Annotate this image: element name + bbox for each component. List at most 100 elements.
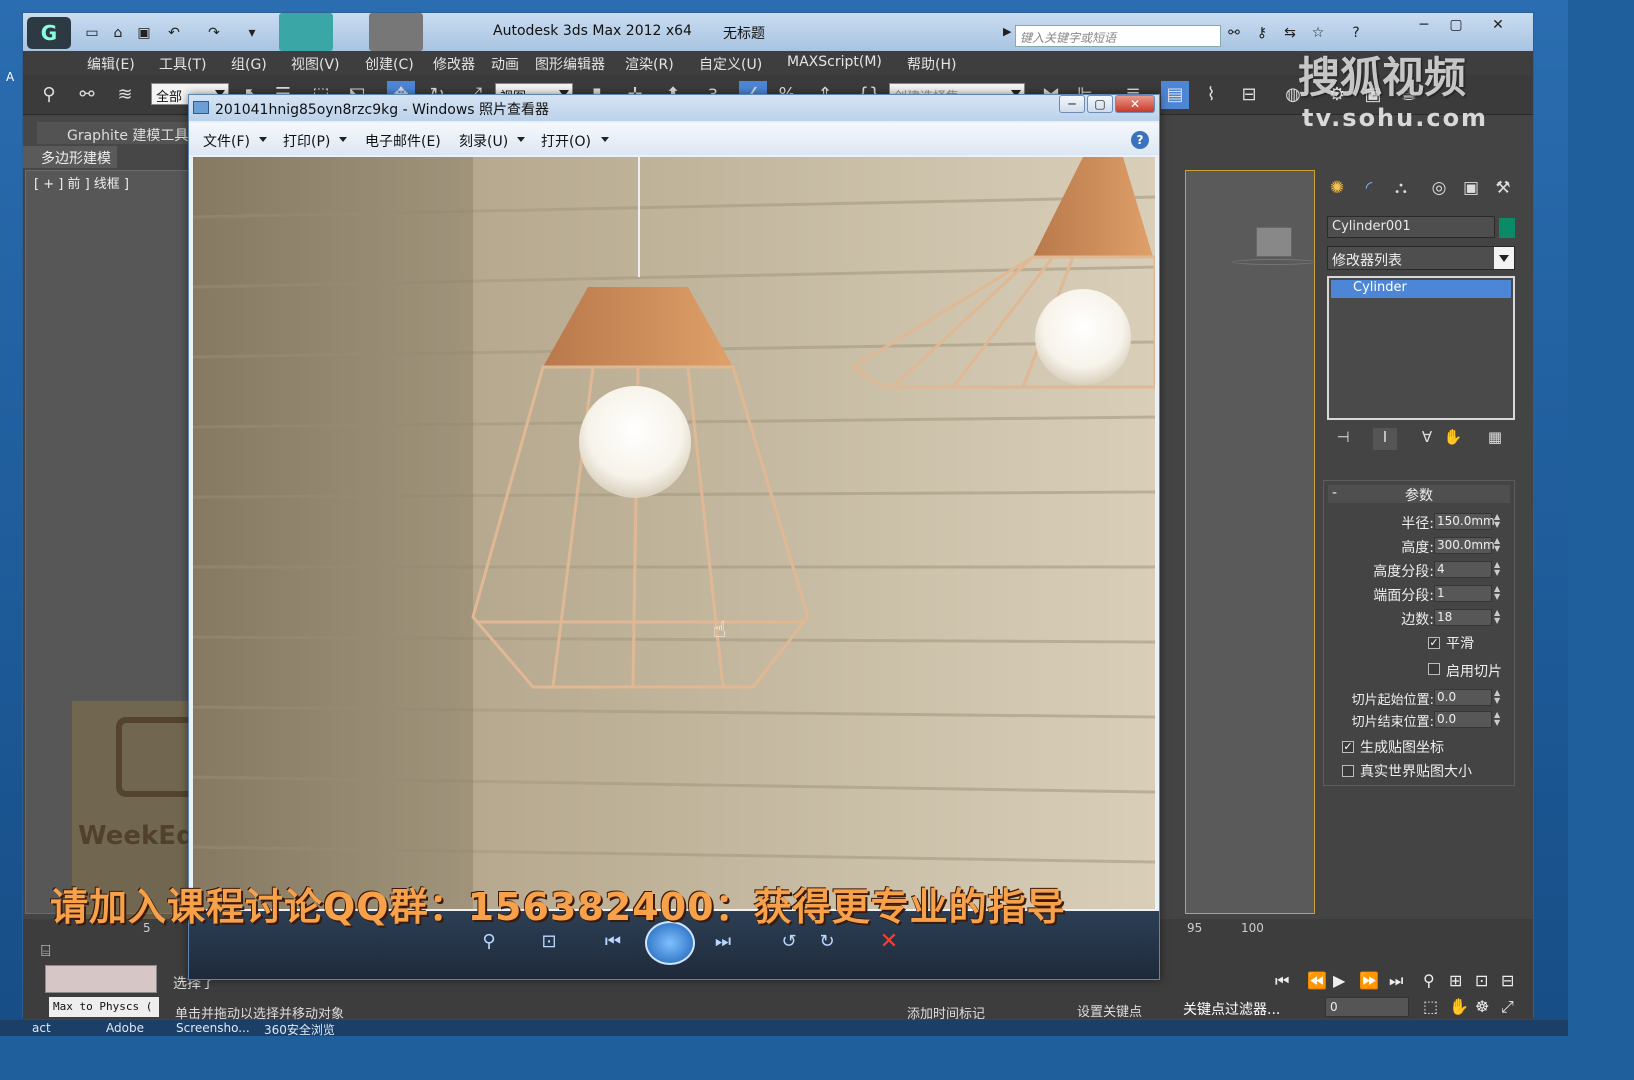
current-frame-input[interactable]: 0 [1325,997,1409,1017]
help-icon[interactable]: ? [1347,25,1365,41]
param-value[interactable]: 0.0 [1434,711,1492,728]
menu-file[interactable]: 文件(F) [203,131,250,151]
previous-icon[interactable]: ⏮ [593,927,633,957]
display-tab-icon[interactable]: ▣ [1457,174,1485,202]
zoom-extents-all-icon[interactable]: ⊟ [1501,971,1514,990]
goto-end-icon[interactable]: ⏭ [1389,971,1403,991]
taskbar-item[interactable]: Screensho... [176,1021,250,1035]
param-value[interactable]: 150.0mm [1434,513,1495,530]
zoom-all-icon[interactable]: ⊞ [1449,971,1462,990]
menu-open[interactable]: 打开(O) [541,131,591,151]
viewcube-icon[interactable] [1256,227,1292,257]
menu-edit[interactable]: 编辑(E) [87,54,135,74]
maximize-viewport-icon[interactable]: ⤢ [1501,997,1514,1017]
menu-group[interactable]: 组(G) [231,54,267,74]
modifier-stack[interactable]: Cylinder [1327,276,1515,420]
stack-item-cylinder[interactable]: Cylinder [1331,280,1511,298]
taskbar-item[interactable]: 360安全浏览 [264,1021,335,1038]
create-tab-icon[interactable]: ✺ [1323,174,1351,202]
qa-dropdown-icon[interactable]: ▾ [243,25,261,41]
spinner-icon[interactable]: ▲ ▼ [1494,711,1502,728]
key-filters-button[interactable]: 关键点过滤器... [1183,999,1280,1019]
parameters-header[interactable]: - 参数 [1328,485,1510,504]
spinner-icon[interactable]: ▲ ▼ [1494,689,1502,706]
zoom-icon[interactable]: ⚲ [469,927,509,957]
show-end-result-icon[interactable]: Ⅰ [1373,428,1397,450]
param-value[interactable]: 300.0mm [1434,537,1495,554]
maximize-icon[interactable]: ▢ [1447,17,1465,33]
menu-customize[interactable]: 自定义(U) [699,54,762,74]
region-zoom-icon[interactable]: ⬚ [1423,997,1438,1016]
close-icon[interactable]: ✕ [1489,17,1507,33]
menu-help[interactable]: 帮助(H) [907,54,956,74]
minimize-icon[interactable]: ─ [1059,95,1085,113]
modifier-list-dropdown[interactable]: 修改器列表 [1327,246,1515,270]
make-unique-icon[interactable]: ∀ [1415,428,1439,450]
configure-sets-icon[interactable]: ▦ [1483,428,1507,450]
gen-map-coords-checkbox[interactable]: ✓ [1342,741,1354,753]
key-icon[interactable]: ⚷ [1253,25,1271,41]
menu-views[interactable]: 视图(V) [291,54,340,74]
viewport-label[interactable]: [ + ] 前 ] 线框 ] [34,173,129,192]
menu-graph-editors[interactable]: 图形编辑器 [535,54,605,74]
link-icon[interactable]: ⚲ [35,81,63,109]
unlink-icon[interactable]: ⚯ [73,81,101,109]
param-value[interactable]: 4 [1434,561,1492,578]
maxscript-listener[interactable]: Max to Physcs ( [49,997,159,1017]
new-file-icon[interactable]: ▭ [83,25,101,41]
schematic-view-icon[interactable]: ⊟ [1235,81,1263,109]
zoom-icon[interactable]: ⚲ [1423,971,1435,990]
front-viewport[interactable]: [ + ] 前 ] 线框 ] WeekEdu [25,170,278,1001]
mini-listener-icon[interactable]: ⌸ [41,941,51,961]
menu-animation[interactable]: 动画 [491,54,519,74]
close-icon[interactable]: ✕ [1115,95,1155,113]
real-world-map-checkbox[interactable] [1342,765,1354,777]
redo-icon[interactable]: ↷ [205,25,223,41]
param-value[interactable]: 1 [1434,585,1492,602]
maximize-icon[interactable]: ▢ [1087,95,1113,113]
spinner-icon[interactable]: ▲ ▼ [1494,513,1502,530]
undo-icon[interactable]: ↶ [165,25,183,41]
menu-tools[interactable]: 工具(T) [159,54,206,74]
minimize-icon[interactable]: ─ [1415,17,1433,33]
menu-modifiers[interactable]: 修改器 [433,54,475,74]
taskbar-item[interactable]: act [32,1021,51,1035]
star-icon[interactable]: ☆ [1309,25,1327,41]
bind-space-warp-icon[interactable]: ≋ [111,81,139,109]
graphite-tab[interactable]: Graphite 建模工具 [37,122,203,144]
exchange-icon[interactable]: ⇆ [1281,25,1299,41]
menu-maxscript[interactable]: MAXScript(M) [787,54,882,70]
open-file-icon[interactable]: ⌂ [109,25,127,41]
play-arrow-icon[interactable]: ▶ [1003,25,1011,38]
curve-editor-icon[interactable]: ⌇ [1197,81,1225,109]
taskbar-item[interactable]: Adobe [106,1021,144,1035]
utilities-tab-icon[interactable]: ⚒ [1489,174,1517,202]
delete-icon[interactable]: ✕ [869,927,909,957]
help-icon[interactable]: ? [1131,131,1149,149]
perspective-viewport[interactable] [1185,170,1316,914]
save-icon[interactable]: ▣ [135,25,153,41]
app-logo-icon[interactable]: G [27,17,71,49]
slice-on-checkbox[interactable] [1428,663,1440,675]
param-value[interactable]: 18 [1434,609,1492,626]
param-value[interactable]: 0.0 [1434,689,1492,706]
spinner-icon[interactable]: ▲ ▼ [1494,537,1502,554]
motion-tab-icon[interactable]: ◎ [1425,174,1453,202]
spinner-icon[interactable]: ▲ ▼ [1494,585,1502,602]
next-icon[interactable]: ⏭ [703,927,743,957]
menu-create[interactable]: 创建(C) [365,54,414,74]
actual-size-icon[interactable]: ⊡ [529,927,569,957]
spinner-icon[interactable]: ▲ ▼ [1494,609,1502,626]
play-icon[interactable]: ▶ [1333,971,1345,990]
search-input[interactable]: 键入关键字或短语 [1015,25,1221,47]
hierarchy-tab-icon[interactable]: ⛬ [1387,174,1415,202]
menu-email[interactable]: 电子邮件(E) [365,131,441,151]
scene-explorer-icon[interactable]: ▤ [1161,81,1189,109]
prev-frame-icon[interactable]: ⏪ [1307,971,1327,990]
binoculars-icon[interactable]: ⚯ [1225,25,1243,41]
remove-modifier-icon[interactable]: ✋ [1441,428,1465,450]
polygon-modeling-tab[interactable]: 多边形建模 [23,146,117,168]
rotate-left-icon[interactable]: ↺ [769,927,809,957]
object-name-field[interactable]: Cylinder001 [1327,216,1495,238]
menu-burn[interactable]: 刻录(U) [459,131,508,151]
